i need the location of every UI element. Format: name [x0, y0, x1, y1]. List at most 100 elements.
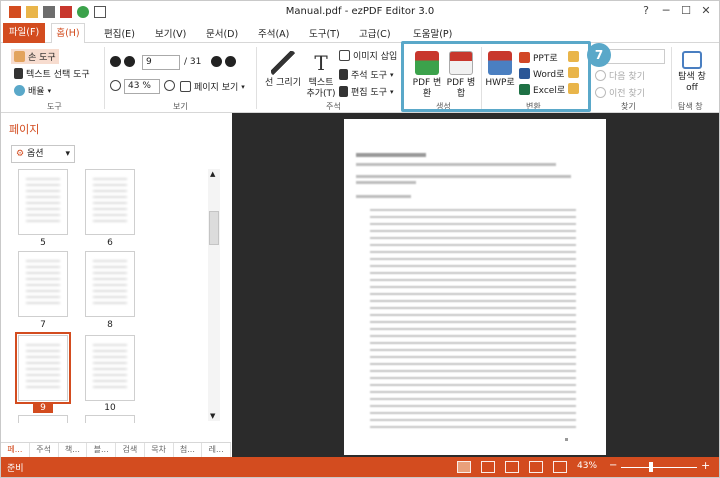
zoom-slider-handle[interactable] [649, 462, 653, 472]
options-label: 옵션 [26, 149, 44, 159]
tab-attachments[interactable]: 첨... [174, 443, 203, 457]
status-text: 준비 [7, 464, 24, 474]
page-text-line [356, 175, 571, 178]
callout-number-badge: 7 [587, 43, 611, 67]
menu-annotation[interactable]: 주석(A) [258, 26, 289, 40]
next-page-icon[interactable] [211, 56, 222, 67]
chevron-down-icon: ▾ [47, 86, 52, 95]
insert-image-button[interactable]: 이미지 삽입 [339, 49, 397, 62]
pane-tabs: 페... 주석 책... 블... 검색 목차 첨... 레... [1, 442, 231, 457]
options-button[interactable]: ⚙ 옵션 ▾ [11, 145, 75, 163]
zoom-out-button[interactable] [110, 80, 121, 91]
zoom-input[interactable]: 43 % [124, 79, 160, 94]
page-thumbnail[interactable] [85, 335, 135, 401]
menu-help[interactable]: 도움말(P) [413, 26, 452, 40]
minimize-icon[interactable]: ─ [659, 4, 673, 17]
page-thumbnail[interactable] [85, 251, 135, 317]
two-page-view-icon[interactable] [481, 461, 495, 473]
page-text-line [356, 163, 556, 166]
draw-line-button[interactable]: 선 그리기 [263, 51, 303, 89]
continuous-two-page-view-icon[interactable] [529, 461, 543, 473]
tab-blocks[interactable]: 블... [87, 443, 116, 457]
page-thumbnail[interactable] [18, 415, 68, 423]
tab-search[interactable]: 검색 [116, 443, 145, 457]
zoom-in-icon[interactable]: + [701, 459, 710, 472]
group-label-find: 찾기 [621, 102, 636, 111]
find-prev-label: 이전 찾기 [609, 89, 645, 99]
menu-home[interactable]: 홈(H) [51, 23, 85, 44]
document-page[interactable] [344, 119, 606, 455]
page-view-button[interactable]: 페이지 보기 ▾ [180, 80, 245, 93]
page-view-icon [180, 81, 191, 92]
zoom-in-icon [164, 80, 175, 91]
draw-line-label: 선 그리기 [265, 78, 301, 88]
insert-image-label: 이미지 삽입 [353, 52, 398, 62]
menu-view[interactable]: 보기(V) [155, 26, 186, 40]
thumbnail-scrollbar[interactable]: ▲ ▼ [208, 169, 220, 421]
window-controls: ? ─ ☐ ✕ [639, 4, 713, 17]
tab-annotations[interactable]: 주석 [30, 443, 59, 457]
help-icon[interactable]: ? [639, 4, 653, 17]
page-thumbnail[interactable] [18, 251, 68, 317]
first-page-icon[interactable] [110, 56, 121, 67]
edit-tool-button[interactable]: 편집 도구 ▾ [339, 85, 394, 98]
text-select-tool-button[interactable]: 텍스트 선택 도구 [14, 67, 90, 80]
zoom-in-button[interactable] [164, 80, 175, 91]
page-view-label: 페이지 보기 [194, 83, 239, 93]
page-number-label: 5 [40, 238, 46, 248]
hand-tool-button[interactable]: 손 도구 [11, 49, 59, 64]
tab-toc[interactable]: 목차 [145, 443, 174, 457]
page-thumbnail-selected[interactable] [18, 335, 68, 401]
chevron-down-icon: ▾ [389, 87, 394, 96]
menu-edit[interactable]: 편집(E) [104, 26, 135, 40]
explorer-toggle-button[interactable]: 탐색 창 off [674, 51, 710, 94]
last-page-icon[interactable] [225, 56, 236, 67]
tab-pages[interactable]: 페... [1, 443, 30, 457]
page-thumbnail[interactable] [18, 169, 68, 235]
menu-advanced[interactable]: 고급(C) [359, 26, 391, 40]
zoom-tool-button[interactable]: 배율 ▾ [14, 84, 51, 97]
edit-tool-label: 편집 도구 [351, 88, 387, 98]
page-thumbnail[interactable] [85, 415, 135, 423]
maximize-icon[interactable]: ☐ [679, 4, 693, 17]
group-label-view: 보기 [173, 102, 188, 111]
page-thumbnail[interactable] [85, 169, 135, 235]
find-prev-button[interactable]: 이전 찾기 [595, 86, 645, 99]
explorer-panel-icon [682, 51, 702, 69]
continuous-view-icon[interactable] [505, 461, 519, 473]
prev-page-icon[interactable] [124, 56, 135, 67]
page-body-text [370, 209, 576, 431]
menu-tools[interactable]: 도구(T) [309, 26, 340, 40]
text-t-icon: T [314, 51, 328, 75]
page-number-input[interactable]: 9 [142, 55, 180, 70]
window-title: Manual.pdf - ezPDF Editor 3.0 [285, 6, 435, 17]
page-number-label: 6 [107, 238, 113, 248]
view-mode-buttons [457, 461, 567, 473]
menu-file[interactable]: 파일(F) [3, 23, 45, 43]
group-label-tools: 도구 [47, 102, 62, 111]
add-text-button[interactable]: T 텍스트 추가(T) [304, 51, 338, 100]
tab-layers[interactable]: 레... [202, 443, 231, 457]
annotation-tool-button[interactable]: 주석 도구 ▾ [339, 68, 394, 81]
close-icon[interactable]: ✕ [699, 4, 713, 17]
pane-title: 페이지 [9, 123, 40, 136]
find-next-icon [595, 70, 606, 81]
page-number-label: 7 [40, 320, 46, 330]
zoom-slider[interactable] [621, 467, 697, 468]
zoom-tool-label: 배율 [28, 87, 45, 97]
page-number-label: 10 [104, 403, 116, 413]
menu-document[interactable]: 문서(D) [206, 26, 238, 40]
find-next-button[interactable]: 다음 찾기 [595, 69, 645, 82]
scroll-down-icon[interactable]: ▼ [210, 412, 215, 420]
scroll-up-icon[interactable]: ▲ [210, 170, 215, 178]
page-number-label: 8 [107, 320, 113, 330]
tab-bookmarks[interactable]: 책... [59, 443, 88, 457]
single-page-view-icon[interactable] [457, 461, 471, 473]
scrollbar-thumb[interactable] [209, 211, 219, 245]
zoom-out-icon[interactable]: − [609, 460, 617, 471]
document-view[interactable] [232, 113, 719, 457]
page-heading-line [356, 153, 426, 157]
fit-view-icon[interactable] [553, 461, 567, 473]
page-total: / 31 [184, 57, 202, 67]
menu-bar: 파일(F) 홈(H) 편집(E) 보기(V) 문서(D) 주석(A) 도구(T)… [1, 23, 719, 44]
